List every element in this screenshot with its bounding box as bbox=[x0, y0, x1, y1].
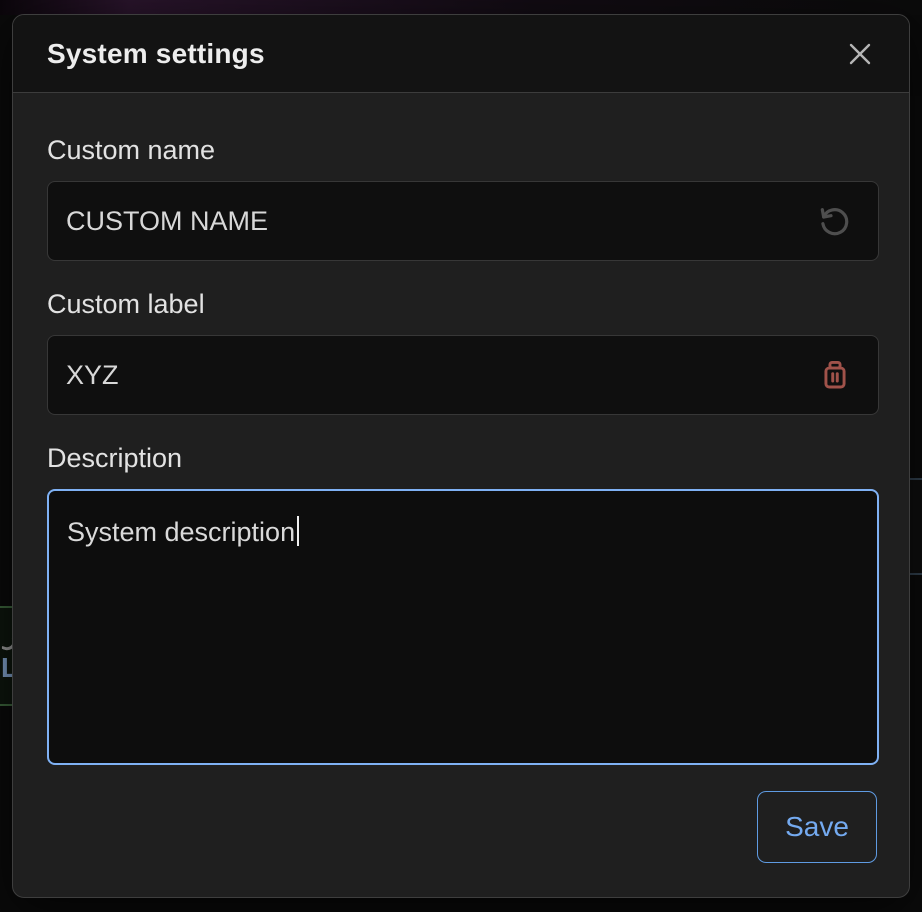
undo-icon bbox=[819, 205, 851, 237]
trash-icon bbox=[819, 359, 851, 391]
custom-label-field-wrap bbox=[47, 335, 879, 415]
dialog-title: System settings bbox=[47, 38, 265, 70]
custom-label-input[interactable] bbox=[48, 336, 878, 414]
description-textarea[interactable]: System description bbox=[47, 489, 879, 765]
save-button[interactable]: Save bbox=[757, 791, 877, 863]
backdrop-top-strip bbox=[0, 0, 922, 15]
backdrop-right-panel bbox=[910, 96, 922, 912]
custom-label-label: Custom label bbox=[47, 289, 877, 319]
text-caret bbox=[297, 516, 299, 546]
description-text: System description bbox=[67, 517, 295, 547]
custom-name-field-wrap bbox=[47, 181, 879, 261]
backdrop-panel-row bbox=[910, 480, 922, 573]
reset-name-button[interactable] bbox=[818, 204, 852, 238]
backdrop-divider-line bbox=[910, 573, 922, 575]
delete-label-button[interactable] bbox=[818, 358, 852, 392]
x-icon bbox=[845, 39, 875, 69]
system-settings-dialog: System settings Custom name bbox=[12, 14, 910, 898]
custom-name-input[interactable] bbox=[48, 182, 878, 260]
dialog-footer: Save bbox=[47, 791, 877, 863]
close-button[interactable] bbox=[841, 35, 879, 73]
custom-name-label: Custom name bbox=[47, 135, 877, 165]
dialog-body: Custom name Custom label bbox=[13, 93, 909, 897]
dialog-header: System settings bbox=[13, 15, 909, 93]
description-label: Description bbox=[47, 443, 877, 473]
